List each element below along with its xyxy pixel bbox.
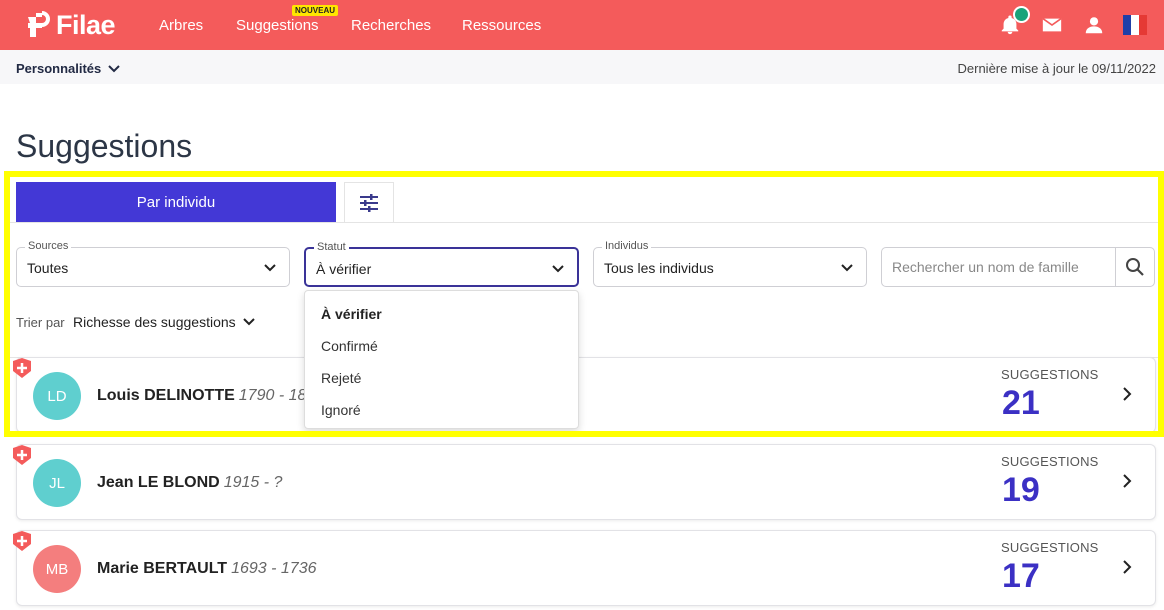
nav-suggestions[interactable]: Suggestions <box>236 17 319 34</box>
individus-select[interactable]: Individus Tous les individus <box>593 240 867 287</box>
nav-recherches[interactable]: Recherches <box>351 17 431 34</box>
sources-label: Sources <box>25 240 72 252</box>
personnalites-label: Personnalités <box>16 61 102 76</box>
avatar: LD <box>33 372 81 420</box>
family-name-search-input[interactable] <box>881 247 1116 287</box>
person-name-text: Jean LE BLOND <box>97 474 220 491</box>
sort-value: Richesse des suggestions <box>73 314 236 330</box>
suggestions-count: 21 <box>1002 384 1040 422</box>
notification-dot <box>1013 6 1030 23</box>
sources-value: Toutes <box>27 260 69 276</box>
filter-settings-button[interactable] <box>344 182 394 222</box>
suggestions-label: SUGGESTIONS <box>1001 367 1099 382</box>
suggestion-card[interactable]: JL Jean LE BLOND 1915 - ? SUGGESTIONS 19 <box>16 444 1156 520</box>
page-title: Suggestions <box>16 128 193 164</box>
suggestions-label: SUGGESTIONS <box>1001 454 1099 469</box>
new-badge: NOUVEAU <box>292 5 339 16</box>
suggestion-card[interactable]: LD Louis DELINOTTE 1790 - 187 SUGGESTIONS… <box>16 357 1156 433</box>
chevron-right-icon[interactable] <box>1120 559 1134 575</box>
add-suggestion-icon[interactable] <box>11 444 33 466</box>
option-confirme[interactable]: Confirmé <box>321 338 378 354</box>
chevron-down-icon <box>841 264 853 272</box>
person-name: Marie BERTAULT 1693 - 1736 <box>97 560 316 578</box>
filae-logo-icon <box>28 11 50 37</box>
chevron-down-icon <box>264 264 276 272</box>
suggestions-count: 19 <box>1002 471 1040 509</box>
personnalites-dropdown[interactable]: Personnalités <box>16 61 121 76</box>
person-dates: 1693 - 1736 <box>231 560 317 577</box>
mail-icon[interactable] <box>1041 14 1063 36</box>
chevron-right-icon[interactable] <box>1120 473 1134 489</box>
sort-label: Trier par <box>16 315 65 330</box>
chevron-down-icon <box>242 318 255 326</box>
chevron-right-icon[interactable] <box>1120 386 1134 402</box>
add-suggestion-icon[interactable] <box>11 357 33 379</box>
statut-label: Statut <box>314 241 349 253</box>
tabs-divider <box>10 222 1164 223</box>
search-button[interactable] <box>1115 247 1155 287</box>
add-suggestion-icon[interactable] <box>11 530 33 552</box>
person-name-text: Louis DELINOTTE <box>97 387 235 404</box>
option-a-verifier[interactable]: À vérifier <box>321 306 382 322</box>
last-updated-text: Dernière mise à jour le 09/11/2022 <box>957 61 1157 76</box>
avatar: MB <box>33 545 81 593</box>
sort-dropdown[interactable]: Richesse des suggestions <box>73 314 256 330</box>
individus-value: Tous les individus <box>604 260 714 276</box>
top-navbar: Filae Arbres Suggestions NOUVEAU Recherc… <box>0 0 1164 50</box>
statut-dropdown-menu: À vérifier Confirmé Rejeté Ignoré <box>304 290 579 429</box>
suggestions-label: SUGGESTIONS <box>1001 540 1099 555</box>
suggestion-card[interactable]: MB Marie BERTAULT 1693 - 1736 SUGGESTIONS… <box>16 530 1156 606</box>
avatar: JL <box>33 459 81 507</box>
option-rejete[interactable]: Rejeté <box>321 370 361 386</box>
individus-label: Individus <box>602 240 652 252</box>
person-name: Louis DELINOTTE 1790 - 187 <box>97 387 315 405</box>
statut-value: À vérifier <box>316 261 372 277</box>
filae-logo[interactable]: Filae <box>24 9 116 40</box>
statut-select[interactable]: Statut À vérifier <box>304 241 579 287</box>
nav-ressources[interactable]: Ressources <box>462 17 541 34</box>
tab-par-individu[interactable]: Par individu <box>16 182 336 222</box>
sub-header: Personnalités Dernière mise à jour le 09… <box>0 50 1164 84</box>
option-ignore[interactable]: Ignoré <box>321 402 361 418</box>
search-icon <box>1126 258 1144 276</box>
chevron-down-icon <box>108 64 120 72</box>
suggestions-count: 17 <box>1002 557 1040 595</box>
french-flag-icon[interactable] <box>1123 15 1147 35</box>
nav-arbres[interactable]: Arbres <box>159 17 203 34</box>
user-icon[interactable] <box>1083 14 1105 36</box>
person-name-text: Marie BERTAULT <box>97 560 228 577</box>
person-dates: 1915 - ? <box>223 474 283 491</box>
sliders-icon <box>360 193 378 212</box>
chevron-down-icon <box>552 265 564 273</box>
person-name: Jean LE BLOND 1915 - ? <box>97 474 282 492</box>
brand-name: Filae <box>56 9 116 40</box>
sources-select[interactable]: Sources Toutes <box>16 240 290 287</box>
